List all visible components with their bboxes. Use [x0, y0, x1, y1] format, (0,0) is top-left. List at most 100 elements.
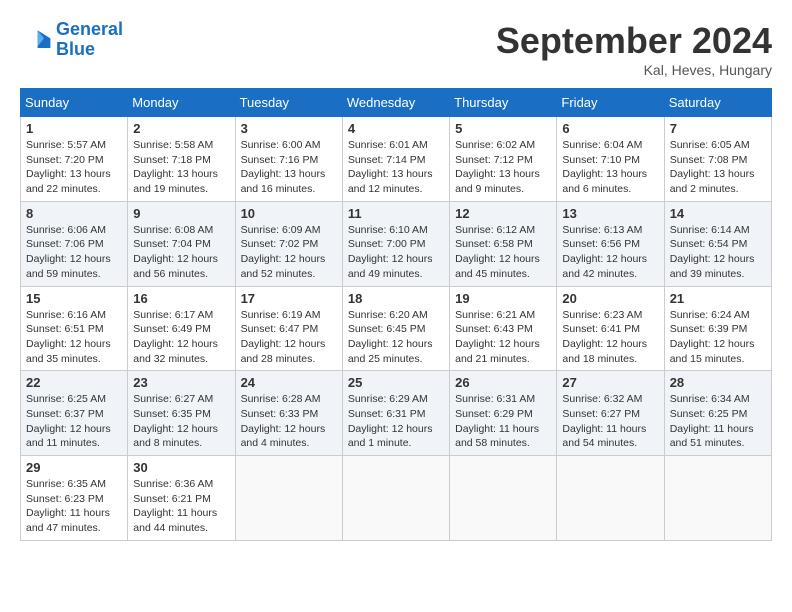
calendar-week-row: 8 Sunrise: 6:06 AM Sunset: 7:06 PM Dayli…	[21, 201, 772, 286]
day-info: Sunrise: 6:35 AM Sunset: 6:23 PM Dayligh…	[26, 477, 122, 536]
location: Kal, Heves, Hungary	[496, 62, 772, 78]
day-info: Sunrise: 6:24 AM Sunset: 6:39 PM Dayligh…	[670, 308, 766, 367]
day-info: Sunrise: 6:10 AM Sunset: 7:00 PM Dayligh…	[348, 223, 444, 282]
calendar-header-row: Sunday Monday Tuesday Wednesday Thursday…	[21, 89, 772, 117]
calendar-cell: 28 Sunrise: 6:34 AM Sunset: 6:25 PM Dayl…	[664, 371, 771, 456]
month-title: September 2024	[496, 20, 772, 62]
calendar-cell: 27 Sunrise: 6:32 AM Sunset: 6:27 PM Dayl…	[557, 371, 664, 456]
calendar-table: Sunday Monday Tuesday Wednesday Thursday…	[20, 88, 772, 541]
day-number: 25	[348, 375, 444, 390]
day-info: Sunrise: 6:06 AM Sunset: 7:06 PM Dayligh…	[26, 223, 122, 282]
day-info: Sunrise: 6:19 AM Sunset: 6:47 PM Dayligh…	[241, 308, 337, 367]
day-number: 20	[562, 291, 658, 306]
day-info: Sunrise: 6:16 AM Sunset: 6:51 PM Dayligh…	[26, 308, 122, 367]
day-number: 9	[133, 206, 229, 221]
day-number: 14	[670, 206, 766, 221]
day-info: Sunrise: 6:12 AM Sunset: 6:58 PM Dayligh…	[455, 223, 551, 282]
day-info: Sunrise: 5:57 AM Sunset: 7:20 PM Dayligh…	[26, 138, 122, 197]
calendar-cell: 18 Sunrise: 6:20 AM Sunset: 6:45 PM Dayl…	[342, 286, 449, 371]
calendar-week-row: 1 Sunrise: 5:57 AM Sunset: 7:20 PM Dayli…	[21, 117, 772, 202]
day-info: Sunrise: 6:29 AM Sunset: 6:31 PM Dayligh…	[348, 392, 444, 451]
calendar-cell: 7 Sunrise: 6:05 AM Sunset: 7:08 PM Dayli…	[664, 117, 771, 202]
day-number: 16	[133, 291, 229, 306]
day-number: 12	[455, 206, 551, 221]
day-number: 28	[670, 375, 766, 390]
day-number: 3	[241, 121, 337, 136]
calendar-cell: 23 Sunrise: 6:27 AM Sunset: 6:35 PM Dayl…	[128, 371, 235, 456]
calendar-cell	[235, 456, 342, 541]
logo-icon	[20, 24, 52, 56]
day-info: Sunrise: 5:58 AM Sunset: 7:18 PM Dayligh…	[133, 138, 229, 197]
day-info: Sunrise: 6:34 AM Sunset: 6:25 PM Dayligh…	[670, 392, 766, 451]
calendar-cell	[450, 456, 557, 541]
day-info: Sunrise: 6:14 AM Sunset: 6:54 PM Dayligh…	[670, 223, 766, 282]
calendar-cell: 5 Sunrise: 6:02 AM Sunset: 7:12 PM Dayli…	[450, 117, 557, 202]
page-header: General Blue September 2024 Kal, Heves, …	[20, 20, 772, 78]
calendar-cell: 17 Sunrise: 6:19 AM Sunset: 6:47 PM Dayl…	[235, 286, 342, 371]
day-info: Sunrise: 6:13 AM Sunset: 6:56 PM Dayligh…	[562, 223, 658, 282]
day-number: 2	[133, 121, 229, 136]
day-number: 4	[348, 121, 444, 136]
day-number: 24	[241, 375, 337, 390]
day-number: 30	[133, 460, 229, 475]
calendar-cell: 26 Sunrise: 6:31 AM Sunset: 6:29 PM Dayl…	[450, 371, 557, 456]
calendar-cell: 21 Sunrise: 6:24 AM Sunset: 6:39 PM Dayl…	[664, 286, 771, 371]
calendar-cell: 1 Sunrise: 5:57 AM Sunset: 7:20 PM Dayli…	[21, 117, 128, 202]
calendar-week-row: 15 Sunrise: 6:16 AM Sunset: 6:51 PM Dayl…	[21, 286, 772, 371]
calendar-cell: 20 Sunrise: 6:23 AM Sunset: 6:41 PM Dayl…	[557, 286, 664, 371]
day-number: 18	[348, 291, 444, 306]
logo: General Blue	[20, 20, 123, 60]
day-info: Sunrise: 6:27 AM Sunset: 6:35 PM Dayligh…	[133, 392, 229, 451]
day-info: Sunrise: 6:21 AM Sunset: 6:43 PM Dayligh…	[455, 308, 551, 367]
day-number: 19	[455, 291, 551, 306]
day-number: 22	[26, 375, 122, 390]
calendar-cell: 4 Sunrise: 6:01 AM Sunset: 7:14 PM Dayli…	[342, 117, 449, 202]
col-thursday: Thursday	[450, 89, 557, 117]
calendar-cell: 3 Sunrise: 6:00 AM Sunset: 7:16 PM Dayli…	[235, 117, 342, 202]
day-number: 15	[26, 291, 122, 306]
day-info: Sunrise: 6:01 AM Sunset: 7:14 PM Dayligh…	[348, 138, 444, 197]
calendar-cell: 25 Sunrise: 6:29 AM Sunset: 6:31 PM Dayl…	[342, 371, 449, 456]
calendar-cell: 13 Sunrise: 6:13 AM Sunset: 6:56 PM Dayl…	[557, 201, 664, 286]
title-block: September 2024 Kal, Heves, Hungary	[496, 20, 772, 78]
calendar-cell: 19 Sunrise: 6:21 AM Sunset: 6:43 PM Dayl…	[450, 286, 557, 371]
calendar-body: 1 Sunrise: 5:57 AM Sunset: 7:20 PM Dayli…	[21, 117, 772, 541]
col-friday: Friday	[557, 89, 664, 117]
calendar-week-row: 22 Sunrise: 6:25 AM Sunset: 6:37 PM Dayl…	[21, 371, 772, 456]
day-number: 29	[26, 460, 122, 475]
calendar-cell	[664, 456, 771, 541]
calendar-cell	[342, 456, 449, 541]
day-number: 7	[670, 121, 766, 136]
col-monday: Monday	[128, 89, 235, 117]
day-info: Sunrise: 6:02 AM Sunset: 7:12 PM Dayligh…	[455, 138, 551, 197]
calendar-cell: 10 Sunrise: 6:09 AM Sunset: 7:02 PM Dayl…	[235, 201, 342, 286]
col-tuesday: Tuesday	[235, 89, 342, 117]
calendar-cell: 6 Sunrise: 6:04 AM Sunset: 7:10 PM Dayli…	[557, 117, 664, 202]
calendar-cell	[557, 456, 664, 541]
day-number: 21	[670, 291, 766, 306]
day-info: Sunrise: 6:32 AM Sunset: 6:27 PM Dayligh…	[562, 392, 658, 451]
day-number: 11	[348, 206, 444, 221]
day-number: 5	[455, 121, 551, 136]
day-number: 26	[455, 375, 551, 390]
calendar-cell: 14 Sunrise: 6:14 AM Sunset: 6:54 PM Dayl…	[664, 201, 771, 286]
day-number: 17	[241, 291, 337, 306]
day-info: Sunrise: 6:25 AM Sunset: 6:37 PM Dayligh…	[26, 392, 122, 451]
day-info: Sunrise: 6:09 AM Sunset: 7:02 PM Dayligh…	[241, 223, 337, 282]
day-info: Sunrise: 6:08 AM Sunset: 7:04 PM Dayligh…	[133, 223, 229, 282]
day-info: Sunrise: 6:31 AM Sunset: 6:29 PM Dayligh…	[455, 392, 551, 451]
calendar-cell: 29 Sunrise: 6:35 AM Sunset: 6:23 PM Dayl…	[21, 456, 128, 541]
col-wednesday: Wednesday	[342, 89, 449, 117]
day-number: 8	[26, 206, 122, 221]
calendar-cell: 15 Sunrise: 6:16 AM Sunset: 6:51 PM Dayl…	[21, 286, 128, 371]
logo-text: General Blue	[56, 20, 123, 60]
day-info: Sunrise: 6:04 AM Sunset: 7:10 PM Dayligh…	[562, 138, 658, 197]
calendar-week-row: 29 Sunrise: 6:35 AM Sunset: 6:23 PM Dayl…	[21, 456, 772, 541]
day-info: Sunrise: 6:05 AM Sunset: 7:08 PM Dayligh…	[670, 138, 766, 197]
day-info: Sunrise: 6:36 AM Sunset: 6:21 PM Dayligh…	[133, 477, 229, 536]
calendar-cell: 11 Sunrise: 6:10 AM Sunset: 7:00 PM Dayl…	[342, 201, 449, 286]
day-number: 27	[562, 375, 658, 390]
calendar-cell: 8 Sunrise: 6:06 AM Sunset: 7:06 PM Dayli…	[21, 201, 128, 286]
day-info: Sunrise: 6:17 AM Sunset: 6:49 PM Dayligh…	[133, 308, 229, 367]
calendar-cell: 24 Sunrise: 6:28 AM Sunset: 6:33 PM Dayl…	[235, 371, 342, 456]
